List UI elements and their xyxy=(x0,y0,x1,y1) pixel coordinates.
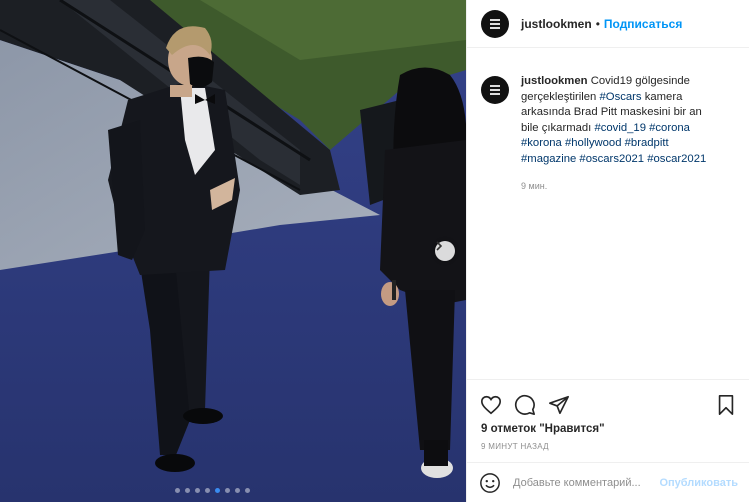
likes-number: 9 отметок xyxy=(481,423,536,435)
hashtag-link[interactable]: #oscar2021 xyxy=(647,153,706,165)
likes-count[interactable]: 9 отметок "Нравится" xyxy=(467,420,749,435)
chevron-right-icon xyxy=(436,241,443,251)
post-timestamp: 9 МИНУТ НАЗАД xyxy=(481,442,549,451)
caption-text: justlookmen Covid19 gölgesinde gerçekleş… xyxy=(521,74,721,167)
hashtag-link[interactable]: #corona xyxy=(649,122,690,134)
carousel-dot-active xyxy=(215,488,220,493)
carousel-dot xyxy=(205,488,210,493)
carousel-dot xyxy=(235,488,240,493)
likes-word: "Нравится" xyxy=(539,423,605,435)
heart-icon[interactable] xyxy=(480,394,502,416)
smiley-icon[interactable] xyxy=(479,472,501,494)
avatar[interactable] xyxy=(481,9,509,38)
caption-username[interactable]: justlookmen xyxy=(521,75,588,87)
post-header: justlookmen • Подписаться xyxy=(467,0,749,48)
avatar[interactable] xyxy=(481,76,509,104)
username[interactable]: justlookmen xyxy=(521,17,592,31)
comment-input[interactable]: Добавьте комментарий... xyxy=(513,477,659,489)
hashtag-link[interactable]: #oscars2021 xyxy=(579,153,644,165)
hashtag-link[interactable]: #Oscars xyxy=(600,91,642,103)
carousel-dot xyxy=(175,488,180,493)
next-slide-button[interactable] xyxy=(435,241,455,261)
carousel-dot xyxy=(195,488,200,493)
post-photo xyxy=(0,0,466,502)
post-side-panel: justlookmen • Подписаться justlookmen Co… xyxy=(466,0,749,502)
hashtag-link[interactable]: #magazine xyxy=(521,153,576,165)
publish-button[interactable]: Опубликовать xyxy=(659,477,738,489)
add-comment-bar: Добавьте комментарий... Опубликовать xyxy=(467,462,749,502)
caption-area: justlookmen Covid19 gölgesinde gerçekleş… xyxy=(467,48,749,191)
comment-icon[interactable] xyxy=(514,394,536,416)
carousel-indicators xyxy=(175,488,250,493)
separator-bullet: • xyxy=(595,16,600,31)
carousel-dot xyxy=(245,488,250,493)
photo-scene xyxy=(0,0,466,502)
post-actions: 9 отметок "Нравится" 9 МИНУТ НАЗАД xyxy=(467,379,749,451)
follow-button[interactable]: Подписаться xyxy=(604,17,682,31)
paper-plane-icon[interactable] xyxy=(548,394,570,416)
bookmark-icon[interactable] xyxy=(715,394,737,416)
hashtag-link[interactable]: #bradpitt xyxy=(625,137,669,149)
carousel-dot xyxy=(225,488,230,493)
hashtag-link[interactable]: #covid_19 xyxy=(594,122,646,134)
hashtag-link[interactable]: #hollywood xyxy=(565,137,622,149)
hashtag-link[interactable]: #korona xyxy=(521,137,562,149)
carousel-dot xyxy=(185,488,190,493)
caption-timestamp: 9 мин. xyxy=(521,181,548,191)
